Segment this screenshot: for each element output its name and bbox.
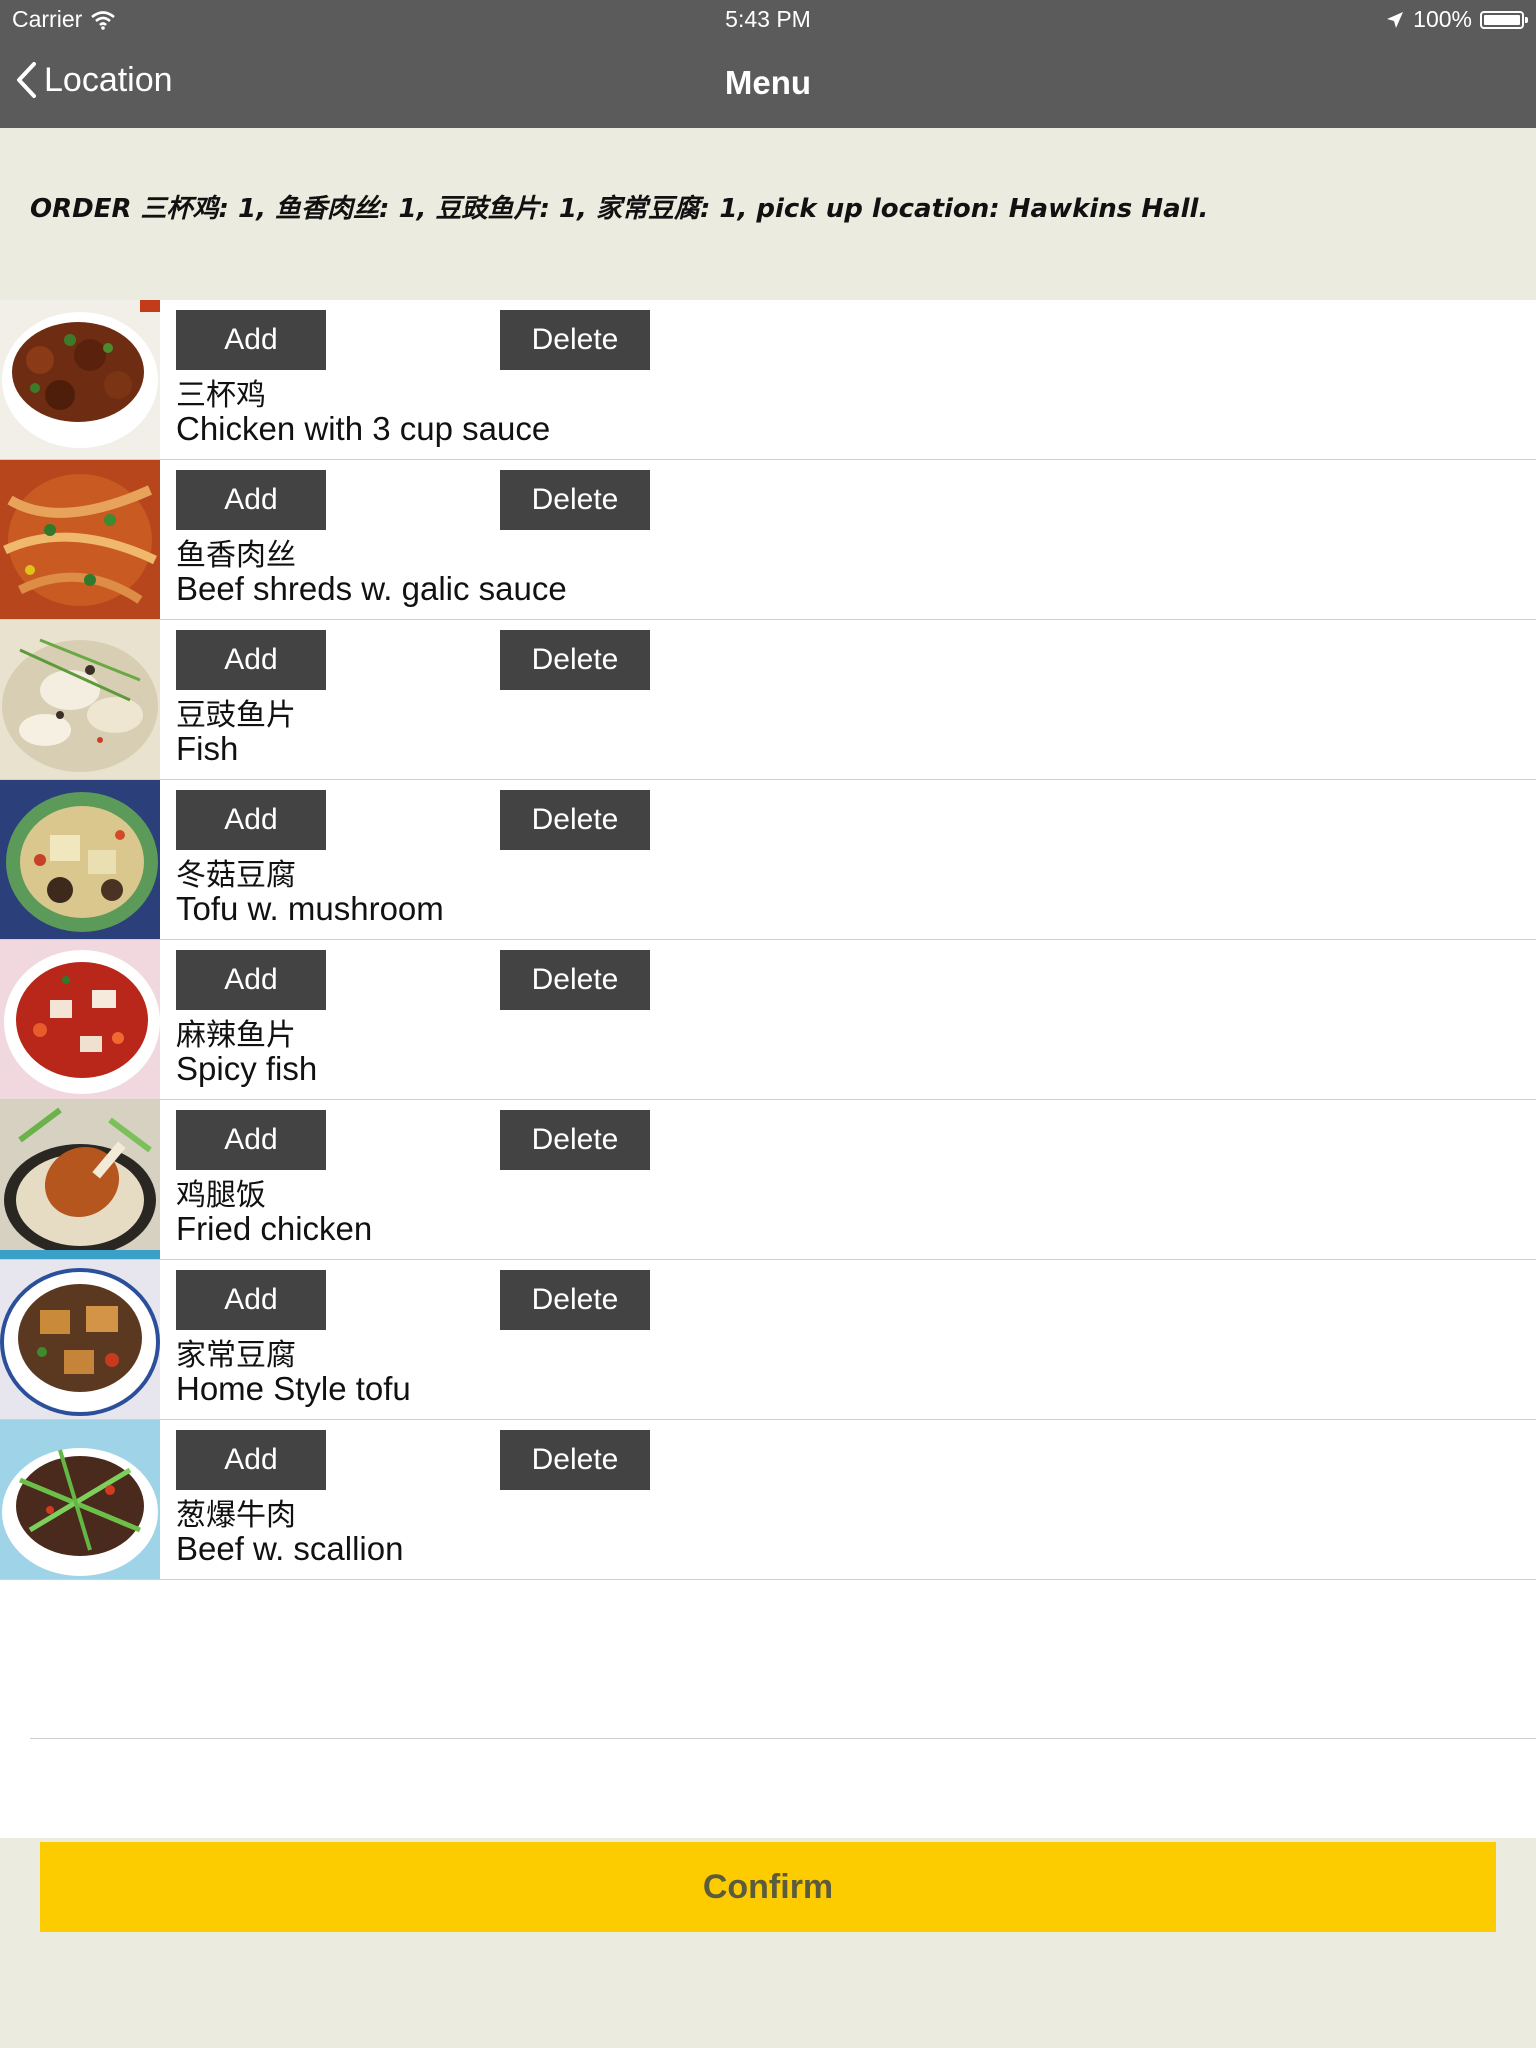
delete-button[interactable]: Delete bbox=[500, 630, 650, 690]
dish-name-chinese: 豆豉鱼片 bbox=[176, 698, 296, 733]
empty-list-area bbox=[0, 1580, 1536, 1838]
menu-item: Add Delete 葱爆牛肉 Beef w. scallion bbox=[0, 1420, 1536, 1580]
add-button[interactable]: Add bbox=[176, 1430, 326, 1490]
add-button[interactable]: Add bbox=[176, 470, 326, 530]
dish-name-chinese: 麻辣鱼片 bbox=[176, 1018, 296, 1053]
add-button[interactable]: Add bbox=[176, 950, 326, 1010]
dish-name-english: Home Style tofu bbox=[176, 1370, 411, 1407]
dish-name-chinese: 冬菇豆腐 bbox=[176, 858, 296, 893]
menu-item: Add Delete 冬菇豆腐 Tofu w. mushroom bbox=[0, 780, 1536, 940]
divider bbox=[30, 1738, 1536, 1739]
menu-item: Add Delete 鸡腿饭 Fried chicken bbox=[0, 1100, 1536, 1260]
dish-name-chinese: 葱爆牛肉 bbox=[176, 1498, 296, 1533]
delete-button[interactable]: Delete bbox=[500, 1430, 650, 1490]
navigation-bar: Carrier 5:43 PM 100% Location Menu bbox=[0, 0, 1536, 128]
add-button[interactable]: Add bbox=[176, 630, 326, 690]
menu-item: Add Delete 家常豆腐 Home Style tofu bbox=[0, 1260, 1536, 1420]
dish-name-english: Spicy fish bbox=[176, 1050, 318, 1087]
delete-button[interactable]: Delete bbox=[500, 1110, 650, 1170]
dish-photo bbox=[0, 460, 160, 619]
battery-percent: 100% bbox=[1413, 6, 1472, 32]
dish-photo bbox=[0, 620, 160, 779]
add-button[interactable]: Add bbox=[176, 1110, 326, 1170]
dish-name-english: Chicken with 3 cup sauce bbox=[176, 410, 551, 447]
delete-button[interactable]: Delete bbox=[500, 310, 650, 370]
add-button[interactable]: Add bbox=[176, 1270, 326, 1330]
dish-photo bbox=[0, 1420, 160, 1579]
delete-button[interactable]: Delete bbox=[500, 1270, 650, 1330]
menu-item: Add Delete 豆豉鱼片 Fish bbox=[0, 620, 1536, 780]
add-button[interactable]: Add bbox=[176, 310, 326, 370]
delete-button[interactable]: Delete bbox=[500, 950, 650, 1010]
menu-item: Add Delete 三杯鸡 Chicken with 3 cup sauce bbox=[0, 300, 1536, 460]
add-button[interactable]: Add bbox=[176, 790, 326, 850]
dish-name-chinese: 家常豆腐 bbox=[176, 1338, 296, 1373]
status-time: 5:43 PM bbox=[725, 6, 811, 32]
dish-photo bbox=[0, 1260, 160, 1419]
dish-name-english: Fried chicken bbox=[176, 1210, 373, 1247]
confirm-button[interactable]: Confirm bbox=[40, 1842, 1496, 1932]
page-title: Menu bbox=[724, 64, 812, 101]
menu-item: Add Delete 鱼香肉丝 Beef shreds w. galic sau… bbox=[0, 460, 1536, 620]
menu-item: Add Delete 麻辣鱼片 Spicy fish bbox=[0, 940, 1536, 1100]
order-summary: ORDER 三杯鸡: 1, 鱼香肉丝: 1, 豆豉鱼片: 1, 家常豆腐: 1,… bbox=[30, 194, 1209, 224]
dish-photo bbox=[0, 940, 160, 1099]
dish-name-chinese: 三杯鸡 bbox=[176, 378, 266, 413]
dish-name-chinese: 鸡腿饭 bbox=[176, 1178, 266, 1213]
battery-icon bbox=[1480, 10, 1528, 29]
dish-photo bbox=[0, 300, 160, 459]
dish-name-english: Fish bbox=[176, 730, 239, 767]
dish-photo bbox=[0, 1100, 160, 1259]
dish-name-english: Beef shreds w. galic sauce bbox=[176, 570, 567, 607]
dish-photo bbox=[0, 780, 160, 939]
dish-name-english: Tofu w. mushroom bbox=[176, 890, 444, 927]
menu-list: Add Delete 三杯鸡 Chicken with 3 cup sauce … bbox=[0, 300, 1536, 1580]
status-right-group: 100% bbox=[1385, 6, 1528, 33]
location-arrow-icon bbox=[1387, 11, 1404, 28]
delete-button[interactable]: Delete bbox=[500, 470, 650, 530]
dish-name-chinese: 鱼香肉丝 bbox=[176, 538, 296, 573]
delete-button[interactable]: Delete bbox=[500, 790, 650, 850]
dish-name-english: Beef w. scallion bbox=[176, 1530, 404, 1567]
